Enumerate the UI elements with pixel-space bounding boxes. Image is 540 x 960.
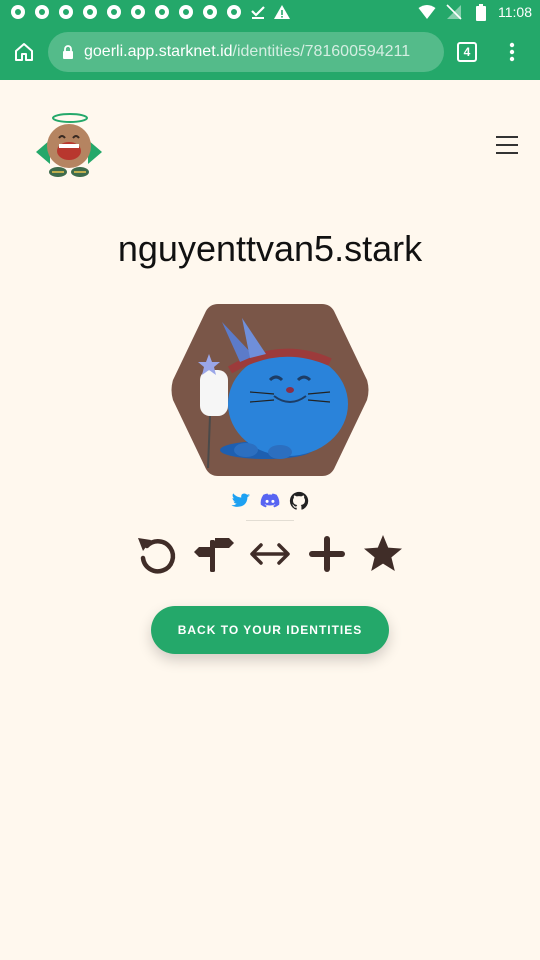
chrome-icon (56, 3, 75, 22)
check-icon (248, 3, 267, 22)
url-text: goerli.app.starknet.id/identities/781600… (84, 43, 410, 61)
chrome-icon (8, 3, 27, 22)
home-icon (15, 43, 33, 61)
address-bar[interactable]: goerli.app.starknet.id/identities/781600… (48, 32, 444, 72)
hamburger-menu-icon[interactable] (494, 132, 522, 158)
status-time: 11:08 (498, 4, 532, 20)
tabs-button[interactable]: 4 (457, 42, 477, 62)
more-menu-button[interactable] (502, 40, 522, 64)
status-bar: 11:08 (0, 0, 540, 24)
wifi-icon (417, 3, 436, 22)
notification-icons (8, 3, 291, 22)
chrome-icon (80, 3, 99, 22)
url-path: /identities/781600594211 (232, 43, 411, 60)
warning-icon (272, 3, 291, 22)
browser-toolbar: goerli.app.starknet.id/identities/781600… (0, 24, 540, 80)
github-icon[interactable] (288, 490, 310, 512)
twitter-icon[interactable] (230, 490, 252, 512)
chrome-icon (32, 3, 51, 22)
chrome-icon (224, 3, 243, 22)
chrome-icon (104, 3, 123, 22)
battery-icon (471, 3, 490, 22)
chrome-icon (152, 3, 171, 22)
tab-count: 4 (463, 45, 471, 59)
identity-avatar (170, 300, 370, 480)
lock-icon (63, 45, 73, 59)
signal-icon (444, 3, 463, 22)
identity-actions (134, 532, 406, 576)
starknet-id-logo[interactable] (30, 110, 108, 182)
identity-name: nguyenttvan5.stark (117, 228, 423, 269)
chrome-icon (128, 3, 147, 22)
star-icon[interactable] (360, 532, 406, 576)
signpost-icon[interactable] (191, 532, 237, 576)
chrome-icon (200, 3, 219, 22)
social-links (230, 490, 310, 512)
add-subdomain-icon[interactable] (304, 532, 350, 576)
page-content: nguyenttvan5.stark BACK TO YOUR IDENTITI… (0, 80, 540, 960)
more-vert-icon (509, 42, 515, 62)
home-button[interactable] (0, 24, 48, 80)
transfer-arrows-icon[interactable] (247, 532, 293, 576)
divider (246, 520, 294, 521)
chrome-icon (176, 3, 195, 22)
discord-icon[interactable] (259, 490, 281, 512)
renew-icon[interactable] (134, 532, 180, 576)
back-to-identities-button[interactable]: BACK TO YOUR IDENTITIES (151, 606, 389, 654)
url-host: goerli.app.starknet.id (84, 43, 233, 60)
